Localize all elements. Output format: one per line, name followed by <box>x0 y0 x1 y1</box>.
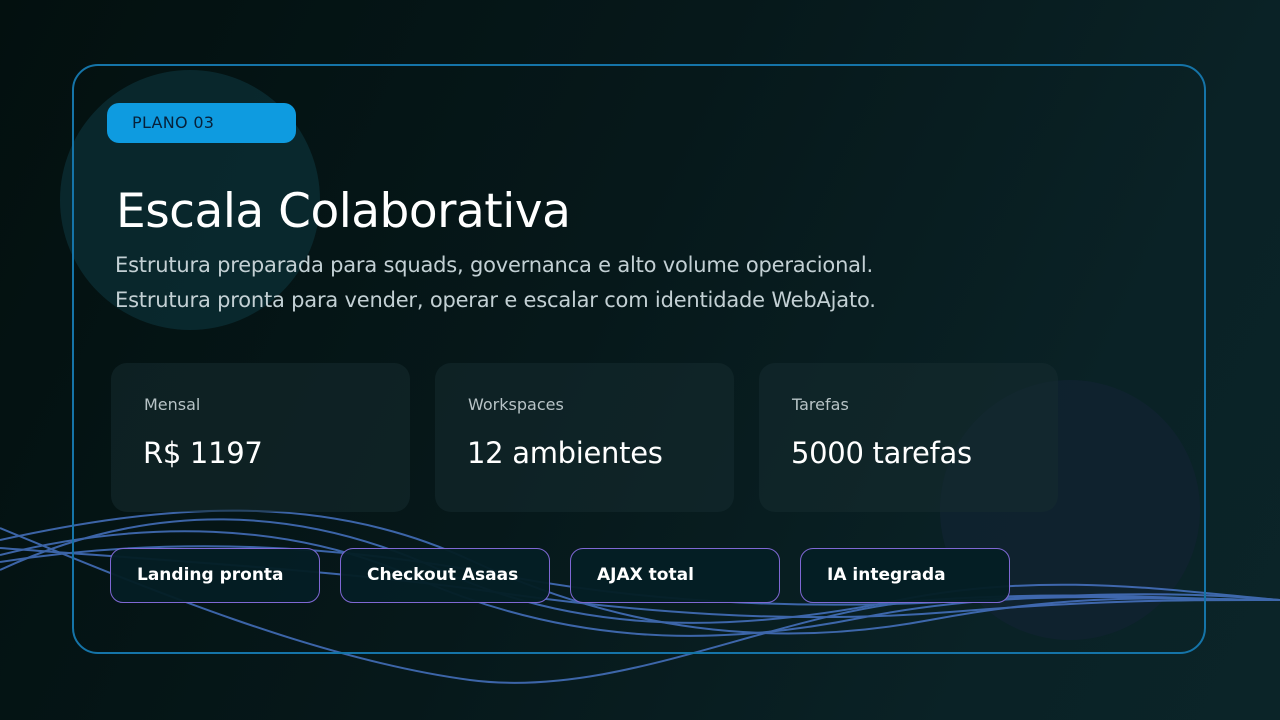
stat-card-workspaces: Workspaces 12 ambientes <box>435 363 734 512</box>
stat-label: Workspaces <box>468 395 564 414</box>
feature-tag-ajax: AJAX total <box>570 548 780 603</box>
feature-tag-checkout: Checkout Asaas <box>340 548 550 603</box>
stat-card-tasks: Tarefas 5000 tarefas <box>759 363 1058 512</box>
stat-label: Tarefas <box>792 395 849 414</box>
plan-badge: PLANO 03 <box>107 103 296 143</box>
plan-title: Escala Colaborativa <box>116 184 571 239</box>
feature-tag-landing: Landing pronta <box>110 548 320 603</box>
stat-card-monthly: Mensal R$ 1197 <box>111 363 410 512</box>
stat-value: 12 ambientes <box>467 436 663 470</box>
plan-description-line-1: Estrutura preparada para squads, governa… <box>115 253 873 277</box>
stat-label: Mensal <box>144 395 201 414</box>
stat-value: 5000 tarefas <box>791 436 972 470</box>
feature-tag-ia: IA integrada <box>800 548 1010 603</box>
slide: PLANO 03 Escala Colaborativa Estrutura p… <box>0 0 1280 720</box>
stat-value: R$ 1197 <box>143 436 263 470</box>
plan-description-line-2: Estrutura pronta para vender, operar e e… <box>115 288 876 312</box>
